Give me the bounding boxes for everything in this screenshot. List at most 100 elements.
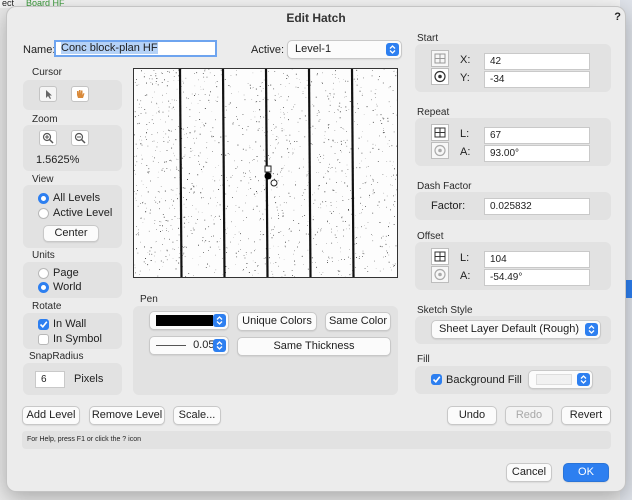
in-symbol-checkbox[interactable] bbox=[38, 334, 49, 345]
sketch-style-select[interactable]: Sheet Layer Default (Rough) bbox=[431, 320, 601, 339]
cancel-button[interactable]: Cancel bbox=[506, 463, 552, 482]
active-level-value: Level-1 bbox=[295, 43, 332, 55]
sketch-style-section-title: Sketch Style bbox=[417, 305, 473, 316]
offset-a-label: A: bbox=[460, 270, 471, 282]
view-section-title: View bbox=[32, 174, 54, 185]
zoom-out-icon[interactable] bbox=[71, 130, 89, 146]
snap-radius-panel: 6 Pixels bbox=[23, 363, 122, 395]
page-units-label: Page bbox=[53, 267, 79, 279]
help-icon[interactable]: ? bbox=[614, 11, 621, 23]
name-field-value: Conc block-plan HF bbox=[61, 42, 158, 54]
dash-factor-field[interactable]: 0.025832 bbox=[484, 198, 590, 215]
hatch-preview[interactable] bbox=[133, 68, 398, 278]
remove-level-button[interactable]: Remove Level bbox=[89, 406, 165, 425]
pointer-icon[interactable] bbox=[39, 86, 57, 102]
repeat-section-title: Repeat bbox=[417, 107, 450, 118]
pen-thickness-select[interactable]: 0.05 bbox=[149, 336, 229, 355]
start-y-field[interactable]: -34 bbox=[484, 71, 590, 88]
chevron-up-down-icon bbox=[386, 43, 399, 56]
grid-snap-icon[interactable] bbox=[431, 124, 449, 141]
chevron-up-down-icon bbox=[213, 314, 226, 327]
repeat-a-label: A: bbox=[460, 146, 471, 158]
hatch-line bbox=[350, 69, 355, 277]
name-field[interactable]: Conc block-plan HF bbox=[54, 40, 217, 57]
sketch-style-panel: Sheet Layer Default (Rough) bbox=[415, 316, 611, 344]
offset-point-marker[interactable] bbox=[270, 179, 278, 187]
active-level-radio[interactable] bbox=[38, 208, 49, 219]
help-status-bar: For Help, press F1 or click the ? icon bbox=[22, 431, 611, 449]
dash-factor-label: Factor: bbox=[431, 200, 466, 212]
dash-factor-panel: Factor: 0.025832 bbox=[415, 192, 611, 220]
hatch-line bbox=[221, 69, 226, 277]
chevron-up-down-icon bbox=[577, 373, 590, 386]
thickness-line-icon bbox=[156, 344, 186, 346]
all-levels-label: All Levels bbox=[53, 192, 101, 204]
same-color-button[interactable]: Same Color bbox=[325, 312, 391, 331]
world-units-radio[interactable] bbox=[38, 282, 49, 293]
rotate-panel: In Wall In Symbol bbox=[23, 313, 122, 349]
units-panel: Page World bbox=[23, 262, 122, 298]
rotate-section-title: Rotate bbox=[32, 301, 62, 312]
in-symbol-label: In Symbol bbox=[53, 333, 102, 345]
pen-color-select[interactable] bbox=[149, 311, 229, 330]
target-point-icon[interactable] bbox=[431, 142, 449, 159]
all-levels-radio[interactable] bbox=[38, 193, 49, 204]
ok-button[interactable]: OK bbox=[563, 463, 609, 482]
offset-panel: L: 104 A: -54.49° bbox=[415, 242, 611, 290]
origin-handle[interactable] bbox=[264, 165, 272, 173]
start-point-marker[interactable] bbox=[264, 172, 272, 180]
background-fill-checkbox[interactable] bbox=[431, 374, 442, 385]
snap-radius-unit: Pixels bbox=[74, 373, 104, 385]
view-panel: All Levels Active Level Center bbox=[23, 185, 122, 248]
cursor-section-title: Cursor bbox=[32, 67, 63, 78]
target-point-icon[interactable] bbox=[431, 68, 449, 85]
active-label: Active: bbox=[251, 44, 285, 56]
fill-color-swatch bbox=[536, 374, 572, 385]
undo-button[interactable]: Undo bbox=[447, 406, 497, 425]
active-level-select[interactable]: Level-1 bbox=[287, 40, 402, 59]
hatch-line bbox=[307, 69, 312, 277]
start-x-label: X: bbox=[460, 54, 471, 66]
start-x-field[interactable]: 42 bbox=[484, 53, 590, 70]
zoom-section-title: Zoom bbox=[32, 114, 58, 125]
background-fill-label: Background Fill bbox=[446, 374, 522, 386]
grid-snap-icon[interactable] bbox=[431, 248, 449, 265]
snap-radius-field[interactable]: 6 bbox=[35, 371, 65, 388]
offset-section-title: Offset bbox=[417, 231, 444, 242]
same-thickness-button[interactable]: Same Thickness bbox=[237, 337, 391, 356]
start-section-title: Start bbox=[417, 33, 439, 44]
hatch-line bbox=[178, 69, 183, 277]
pen-panel: Unique Colors Same Color 0.05 Same Thick… bbox=[133, 306, 398, 395]
pen-color-swatch bbox=[156, 315, 213, 326]
center-button[interactable]: Center bbox=[43, 225, 99, 242]
start-y-label: Y: bbox=[460, 72, 470, 84]
chevron-up-down-icon bbox=[213, 339, 226, 352]
hand-icon[interactable] bbox=[71, 86, 89, 102]
repeat-panel: L: 67 A: 93.00° bbox=[415, 118, 611, 166]
grid-snap-icon[interactable] bbox=[431, 50, 449, 67]
offset-l-field[interactable]: 104 bbox=[484, 251, 590, 268]
revert-button[interactable]: Revert bbox=[561, 406, 611, 425]
in-wall-checkbox[interactable] bbox=[38, 319, 49, 330]
repeat-l-field[interactable]: 67 bbox=[484, 127, 590, 144]
repeat-l-label: L: bbox=[460, 128, 470, 140]
target-point-icon[interactable] bbox=[431, 266, 449, 283]
hatch-preview-canvas bbox=[134, 69, 397, 277]
snap-radius-section-title: SnapRadius bbox=[29, 351, 84, 362]
offset-a-field[interactable]: -54.49° bbox=[484, 269, 590, 286]
in-wall-label: In Wall bbox=[53, 318, 87, 330]
scale-button[interactable]: Scale... bbox=[173, 406, 221, 425]
zoom-in-icon[interactable] bbox=[39, 130, 57, 146]
background-fill-color-select[interactable] bbox=[528, 370, 593, 389]
offset-l-label: L: bbox=[460, 252, 470, 264]
pen-thickness-value: 0.05 bbox=[193, 339, 215, 351]
cursor-panel bbox=[23, 80, 122, 110]
start-panel: X: 42 Y: -34 bbox=[415, 44, 611, 92]
dialog-title: Edit Hatch bbox=[286, 11, 346, 25]
add-level-button[interactable]: Add Level bbox=[22, 406, 80, 425]
redo-button[interactable]: Redo bbox=[505, 406, 553, 425]
page-units-radio[interactable] bbox=[38, 268, 49, 279]
pen-section-title: Pen bbox=[140, 294, 158, 305]
unique-colors-button[interactable]: Unique Colors bbox=[237, 312, 317, 331]
repeat-a-field[interactable]: 93.00° bbox=[484, 145, 590, 162]
